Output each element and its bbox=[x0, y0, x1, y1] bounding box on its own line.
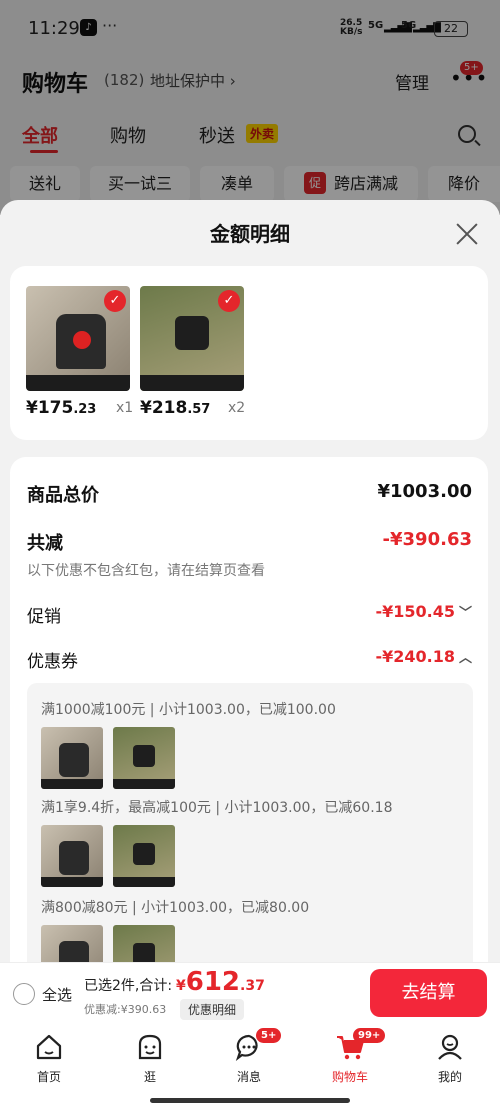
nav-cart[interactable]: 购物车 99+ bbox=[315, 1028, 386, 1085]
nav-browse[interactable]: 逛 bbox=[115, 1032, 185, 1085]
reduce-note: 以下优惠不包含红包，请在结算页查看 bbox=[27, 563, 265, 579]
nav-home[interactable]: 首页 bbox=[14, 1032, 84, 1085]
nav-messages[interactable]: 消息 5+ bbox=[214, 1028, 284, 1085]
coupon-thumb bbox=[113, 825, 175, 887]
nav-label: 消息 bbox=[236, 1070, 261, 1084]
discount-detail-button[interactable]: 优惠明细 bbox=[180, 999, 245, 1020]
amount-detail-sheet: 金额明细 ✓ ✓ ¥175.23 x1 ¥218.57 x2 商品总价 ¥100… bbox=[0, 200, 500, 962]
selected-summary: 已选2件,合计: bbox=[84, 978, 173, 994]
product-card: ✓ ✓ ¥175.23 x1 ¥218.57 x2 bbox=[10, 266, 488, 440]
check-icon: ✓ bbox=[104, 290, 126, 312]
product-qty-2: x2 bbox=[228, 400, 246, 416]
checkout-bar: 全选 已选2件,合计: ¥612.37 优惠减:¥390.63 优惠明细 去结算 bbox=[0, 962, 500, 1022]
home-indicator[interactable] bbox=[150, 1098, 350, 1103]
cart-badge: 99+ bbox=[353, 1028, 386, 1043]
nav-profile[interactable]: 我的 bbox=[415, 1032, 485, 1085]
overlay-backdrop[interactable] bbox=[0, 0, 500, 215]
check-icon: ✓ bbox=[218, 290, 240, 312]
nav-label: 首页 bbox=[36, 1070, 61, 1084]
coupon-line-3: 满800减80元 | 小计1003.00，已减80.00 bbox=[41, 900, 310, 916]
total-label: 商品总价 bbox=[27, 485, 99, 506]
discount-summary: 优惠减:¥390.63 bbox=[84, 1003, 167, 1016]
nav-label: 购物车 bbox=[331, 1070, 368, 1084]
reduce-value: -¥390.63 bbox=[382, 529, 472, 550]
product-image-2[interactable]: ✓ bbox=[140, 286, 244, 391]
coupon-thumb bbox=[41, 727, 103, 789]
product-image-1[interactable]: ✓ bbox=[26, 286, 130, 391]
coupon-thumb bbox=[113, 925, 175, 962]
profile-icon bbox=[435, 1032, 465, 1062]
coupon-label: 优惠券 bbox=[27, 652, 78, 672]
message-badge: 5+ bbox=[256, 1028, 282, 1043]
select-all-radio[interactable] bbox=[13, 983, 35, 1005]
coupon-thumb bbox=[113, 727, 175, 789]
promo-row[interactable]: -¥150.45 ﹀ bbox=[375, 602, 472, 621]
face-icon bbox=[135, 1032, 165, 1062]
coupon-line-1: 满1000减100元 | 小计1003.00，已减100.00 bbox=[41, 702, 336, 718]
grand-total: ¥612.37 bbox=[176, 967, 265, 997]
chevron-down-icon: ﹀ bbox=[458, 606, 472, 621]
promo-label: 促销 bbox=[27, 607, 61, 627]
checkout-button[interactable]: 去结算 bbox=[370, 969, 487, 1017]
sheet-title: 金额明细 bbox=[210, 222, 290, 246]
price-breakdown-card: 商品总价 ¥1003.00 共减 -¥390.63 以下优惠不包含红包，请在结算… bbox=[10, 457, 488, 962]
close-icon[interactable] bbox=[455, 222, 479, 246]
home-icon bbox=[34, 1032, 64, 1062]
coupon-thumb bbox=[41, 825, 103, 887]
nav-label: 逛 bbox=[143, 1070, 156, 1084]
product-price-1: ¥175.23 bbox=[26, 398, 97, 418]
total-value: ¥1003.00 bbox=[377, 481, 472, 502]
coupon-row[interactable]: -¥240.18 ︿ bbox=[375, 647, 472, 666]
nav-label: 我的 bbox=[437, 1070, 462, 1084]
coupon-thumb bbox=[41, 925, 103, 962]
coupon-line-2: 满1享9.4折，最高减100元 | 小计1003.00，已减60.18 bbox=[41, 800, 393, 816]
product-qty-1: x1 bbox=[116, 400, 134, 416]
reduce-label: 共减 bbox=[27, 533, 63, 554]
chevron-up-icon: ︿ bbox=[458, 651, 472, 666]
coupon-detail-box: 满1000减100元 | 小计1003.00，已减100.00 满1享9.4折，… bbox=[27, 683, 473, 962]
product-price-2: ¥218.57 bbox=[140, 398, 211, 418]
select-all-label[interactable]: 全选 bbox=[42, 984, 72, 1005]
